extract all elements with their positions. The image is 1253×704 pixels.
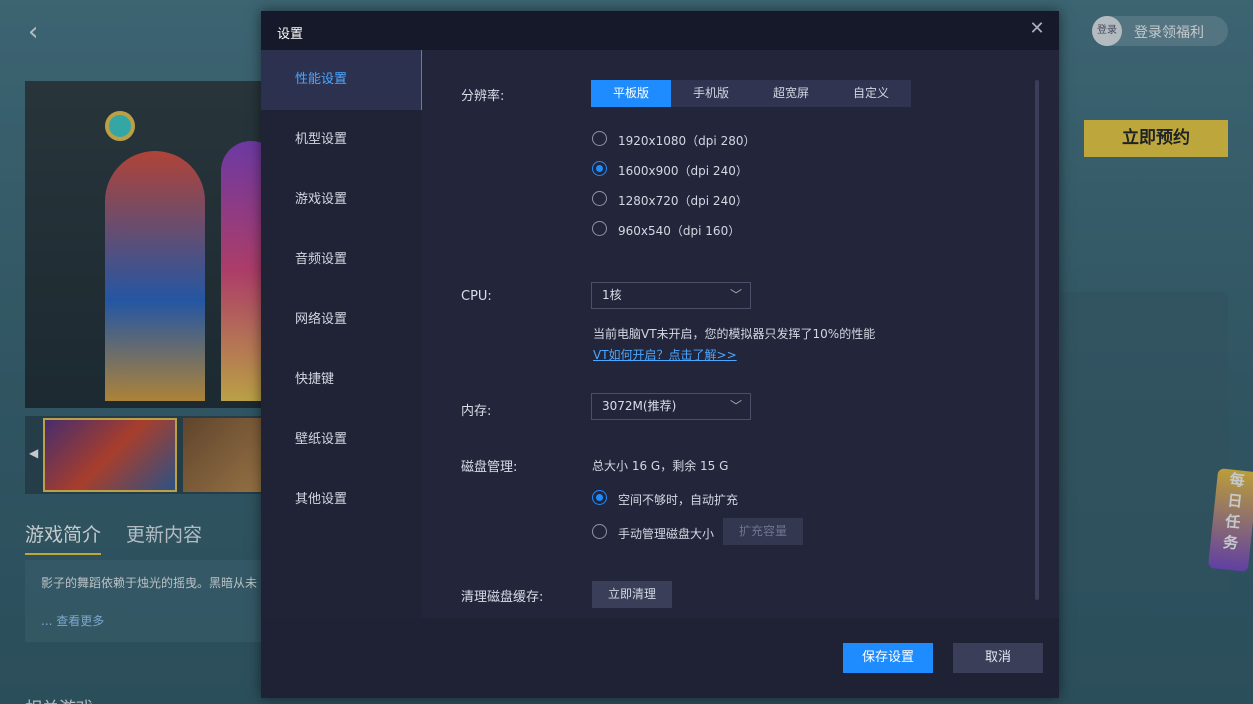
radio-label: 手动管理磁盘大小 <box>618 527 715 541</box>
radio-label: 1280x720（dpi 240） <box>618 194 748 208</box>
radio-label: 空间不够时，自动扩充 <box>618 493 739 507</box>
sidebar-item-audio[interactable]: 音频设置 <box>261 230 422 290</box>
sidebar-item-network[interactable]: 网络设置 <box>261 290 422 350</box>
cpu-label: CPU: <box>461 289 492 304</box>
disk-label: 磁盘管理: <box>461 460 518 475</box>
clean-now-button[interactable]: 立即清理 <box>592 581 672 608</box>
radio-checked-icon[interactable] <box>592 490 607 505</box>
vt-hint: 当前电脑VT未开启，您的模拟器只发挥了10%的性能 <box>593 327 876 341</box>
radio-icon[interactable] <box>592 524 607 539</box>
radio-label: 1600x900（dpi 240） <box>618 164 748 178</box>
cancel-button[interactable]: 取消 <box>953 643 1043 673</box>
memory-label: 内存: <box>461 404 492 419</box>
close-icon[interactable]: ✕ <box>1027 19 1047 39</box>
dialog-title: 设置 <box>277 27 304 42</box>
tab-tablet[interactable]: 平板版 <box>591 80 671 107</box>
chevron-down-icon: ﹀ <box>729 288 742 302</box>
sidebar-item-performance[interactable]: 性能设置 <box>261 50 422 110</box>
vt-help-link[interactable]: VT如何开启？点击了解>> <box>593 346 737 363</box>
cache-label: 清理磁盘缓存: <box>461 590 544 605</box>
settings-content: 分辨率: 平板版 手机版 超宽屏 自定义 1920x1080（dpi 280） … <box>422 50 1059 618</box>
sidebar-item-shortcuts[interactable]: 快捷键 <box>261 350 422 410</box>
cpu-select[interactable]: 1核 ﹀ <box>591 282 751 309</box>
tab-custom[interactable]: 自定义 <box>831 80 911 107</box>
memory-select[interactable]: 3072M(推荐) ﹀ <box>591 393 751 420</box>
resolution-tabs: 平板版 手机版 超宽屏 自定义 <box>591 80 911 107</box>
resolution-label: 分辨率: <box>461 89 505 104</box>
radio-label: 960x540（dpi 160） <box>618 224 741 238</box>
save-button[interactable]: 保存设置 <box>843 643 933 673</box>
dialog-header: 设置 ✕ <box>261 11 1059 50</box>
disk-info: 总大小 16 G，剩余 15 G <box>592 459 729 473</box>
sidebar-item-wallpaper[interactable]: 壁纸设置 <box>261 410 422 470</box>
tab-ultrawide[interactable]: 超宽屏 <box>751 80 831 107</box>
sidebar-item-model[interactable]: 机型设置 <box>261 110 422 170</box>
chevron-down-icon: ﹀ <box>729 399 742 413</box>
dialog-footer: 保存设置 取消 <box>261 618 1059 698</box>
settings-sidebar: 性能设置 机型设置 游戏设置 音频设置 网络设置 快捷键 壁纸设置 其他设置 <box>261 50 422 618</box>
scrollbar[interactable] <box>1035 80 1039 600</box>
radio-icon[interactable] <box>592 191 607 206</box>
tab-phone[interactable]: 手机版 <box>671 80 751 107</box>
radio-label: 1920x1080（dpi 280） <box>618 134 756 148</box>
settings-dialog: 设置 ✕ 性能设置 机型设置 游戏设置 音频设置 网络设置 快捷键 壁纸设置 其… <box>261 11 1059 698</box>
sidebar-item-other[interactable]: 其他设置 <box>261 470 422 530</box>
cpu-value: 1核 <box>602 288 622 302</box>
radio-icon[interactable] <box>592 131 607 146</box>
sidebar-item-game[interactable]: 游戏设置 <box>261 170 422 230</box>
radio-checked-icon[interactable] <box>592 161 607 176</box>
memory-value: 3072M(推荐) <box>602 399 677 413</box>
expand-capacity-button[interactable]: 扩充容量 <box>723 518 803 545</box>
radio-icon[interactable] <box>592 221 607 236</box>
